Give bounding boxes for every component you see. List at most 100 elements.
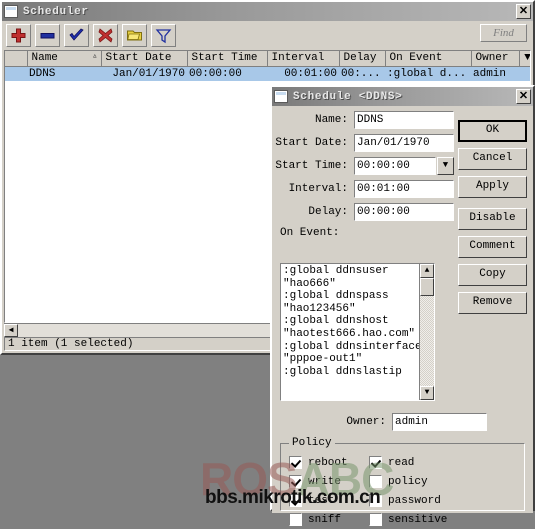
checkbox-icon[interactable] [289,475,302,488]
policy-checkbox-test[interactable]: test [289,491,369,510]
plus-icon [11,28,26,43]
on-event-box: :global ddnsuser "hao666" :global ddnspa… [280,263,435,401]
column-header-start-date[interactable]: Start Date [101,51,188,67]
column-header-flag[interactable] [5,51,28,67]
chevron-down-icon[interactable]: ▼ [437,156,454,175]
dialog-close-icon[interactable]: ✕ [516,89,531,104]
dialog-button-column: OK Cancel Apply Disable Comment Copy Rem… [458,120,527,320]
find-button[interactable]: Find [480,24,527,42]
start-date-input[interactable]: Jan/01/1970 [354,133,454,152]
column-header-start-time[interactable]: Start Time [187,51,268,67]
cancel-button[interactable]: Cancel [458,148,527,170]
interval-input[interactable]: 00:01:00 [354,179,454,198]
disable-button[interactable] [93,24,118,47]
owner-label: Owner: [346,416,386,428]
name-label: Name: [314,113,348,126]
column-header-delay[interactable]: Delay [339,51,386,67]
checkbox-icon[interactable] [369,513,382,526]
filter-button[interactable] [151,24,176,47]
policy-legend: Policy [292,437,332,449]
row-owner: admin [471,66,519,81]
start-time-label: Start Time: [275,159,348,172]
column-chooser-icon[interactable]: ▼ [519,51,530,67]
column-header-owner[interactable]: Owner [471,51,520,67]
scroll-track[interactable] [420,296,434,386]
close-icon[interactable]: ✕ [516,4,531,19]
policy-label-sensitive: sensitive [388,513,448,526]
copy-button[interactable]: Copy [458,264,527,286]
start-date-label: Start Date: [275,136,348,149]
policy-label-test: test [308,494,335,507]
policy-checkbox-sniff[interactable]: sniff [289,510,369,529]
checkbox-icon[interactable] [369,475,382,488]
row-start-time: 00:00:00 [187,66,267,81]
ok-button[interactable]: OK [458,120,527,142]
remove-button[interactable]: Remove [458,292,527,314]
comment-button[interactable] [122,24,147,47]
column-header-on-event[interactable]: On Event [385,51,472,67]
policy-label-password: password [388,494,441,507]
dialog-window-icon [274,90,288,103]
checkbox-icon[interactable] [369,456,382,469]
dialog-body: Name: DDNS Start Date: Jan/01/1970 Start… [272,110,533,526]
on-event-textarea[interactable]: :global ddnsuser "hao666" :global ddnspa… [281,264,419,400]
scroll-down-icon[interactable]: ▼ [420,386,434,400]
policy-group: Policy reboot read write policy test pas… [280,437,525,526]
owner-row: Owner: admin [272,413,533,431]
policy-label-reboot: reboot [308,456,348,469]
comment-button[interactable]: Comment [458,236,527,258]
enable-button[interactable] [64,24,89,47]
checkbox-icon[interactable] [369,494,382,507]
column-header-interval[interactable]: Interval [267,51,340,67]
policy-grid: reboot read write policy test password s… [289,453,524,529]
policy-checkbox-policy[interactable]: policy [369,472,524,491]
scheduler-toolbar: Find [2,21,533,50]
funnel-icon [155,29,172,44]
row-start-date: Jan/01/1970 [101,66,187,81]
check-icon [69,28,84,41]
schedule-dialog: Schedule <DDNS> ✕ Name: DDNS Start Date:… [270,85,535,526]
dialog-title: Schedule <DDNS> [293,90,403,103]
policy-checkbox-password[interactable]: password [369,491,524,510]
minus-icon [40,33,55,39]
row-on-event: :global d... [385,66,471,81]
scheduler-table: Name Start Date Start Time Interval Dela… [5,51,530,81]
folder-icon [127,30,142,41]
owner-input[interactable]: admin [392,413,487,431]
policy-checkbox-write[interactable]: write [289,472,369,491]
policy-label-read: read [388,456,415,469]
apply-button[interactable]: Apply [458,176,527,198]
scheduler-titlebar[interactable]: Scheduler ✕ [2,2,533,21]
delay-input[interactable]: 00:00:00 [354,202,454,221]
table-header-row: Name Start Date Start Time Interval Dela… [5,51,530,67]
on-event-scrollbar[interactable]: ▲ ▼ [419,264,434,400]
column-header-name[interactable]: Name [27,51,102,67]
checkbox-icon[interactable] [289,456,302,469]
checkbox-icon[interactable] [289,494,302,507]
row-spacer [519,66,530,81]
policy-label-write: write [308,475,342,488]
delay-label: Delay: [308,205,348,218]
table-row[interactable]: DDNS Jan/01/1970 00:00:00 00:01:00 00:..… [5,66,530,81]
policy-checkbox-reboot[interactable]: reboot [289,453,369,472]
disable-button[interactable]: Disable [458,208,527,230]
start-time-input[interactable]: 00:00:00 [354,156,436,175]
scroll-left-icon[interactable]: ◀ [4,324,18,337]
cross-icon [98,28,113,43]
policy-label-sniff: sniff [308,513,342,526]
dialog-titlebar[interactable]: Schedule <DDNS> ✕ [272,87,533,106]
remove-button[interactable] [35,24,60,47]
scroll-up-icon[interactable]: ▲ [420,264,434,278]
policy-checkbox-read[interactable]: read [369,453,524,472]
policy-label-policy: policy [388,475,428,488]
interval-label: Interval: [288,182,348,195]
name-input[interactable]: DDNS [354,110,454,129]
scroll-thumb[interactable] [420,278,434,296]
row-flag [5,66,27,81]
add-button[interactable] [6,24,31,47]
scheduler-title: Scheduler [23,5,89,18]
policy-checkbox-sensitive[interactable]: sensitive [369,510,524,529]
row-interval: 00:01:00 [267,66,339,81]
window-icon [4,5,18,18]
checkbox-icon[interactable] [289,513,302,526]
